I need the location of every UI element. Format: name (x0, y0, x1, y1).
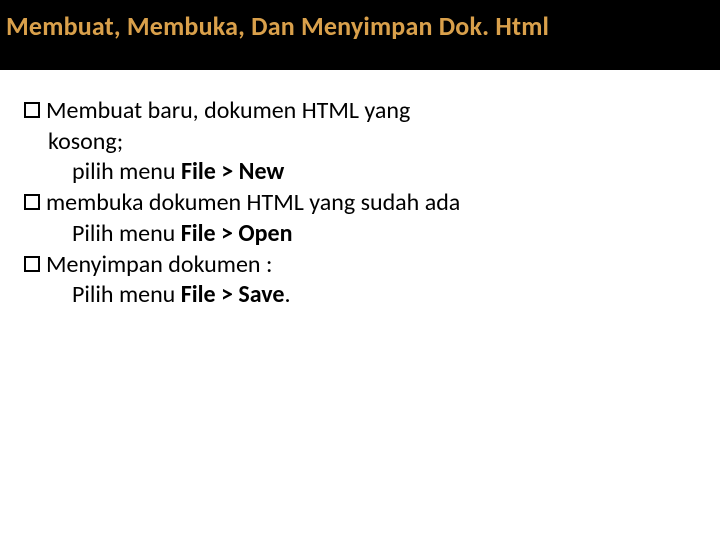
sub-line: pilih menu File > New (24, 157, 700, 188)
menu-path: File > Save (181, 280, 285, 309)
bullet-item: Menyimpan dokumen : (24, 250, 700, 281)
bullet-item: membuka dokumen HTML yang sudah ada (24, 188, 700, 219)
bullet-text: membuka dokumen HTML yang sudah ada (46, 188, 460, 217)
bullet-text-cont: kosong; (24, 127, 700, 158)
sub-text: Pilih menu (72, 280, 181, 309)
menu-path: File > New (181, 157, 284, 186)
sub-text: pilih menu (72, 157, 181, 186)
sub-line: Pilih menu File > Open (24, 219, 700, 250)
menu-path: File > Open (181, 219, 293, 248)
bullet-item: Membuat baru, dokumen HTML yang (24, 96, 700, 127)
bullet-text: Menyimpan dokumen : (46, 250, 272, 279)
bullet-text: Membuat baru, dokumen HTML yang (46, 96, 410, 125)
sub-tail: . (284, 280, 290, 309)
checkbox-icon (24, 102, 40, 118)
slide-body: Membuat baru, dokumen HTML yang kosong; … (0, 70, 720, 311)
checkbox-icon (24, 194, 40, 210)
slide-title: Membuat, Membuka, Dan Menyimpan Dok. Htm… (0, 0, 720, 70)
sub-line: Pilih menu File > Save. (24, 280, 700, 311)
sub-text: Pilih menu (72, 219, 181, 248)
checkbox-icon (24, 256, 40, 272)
